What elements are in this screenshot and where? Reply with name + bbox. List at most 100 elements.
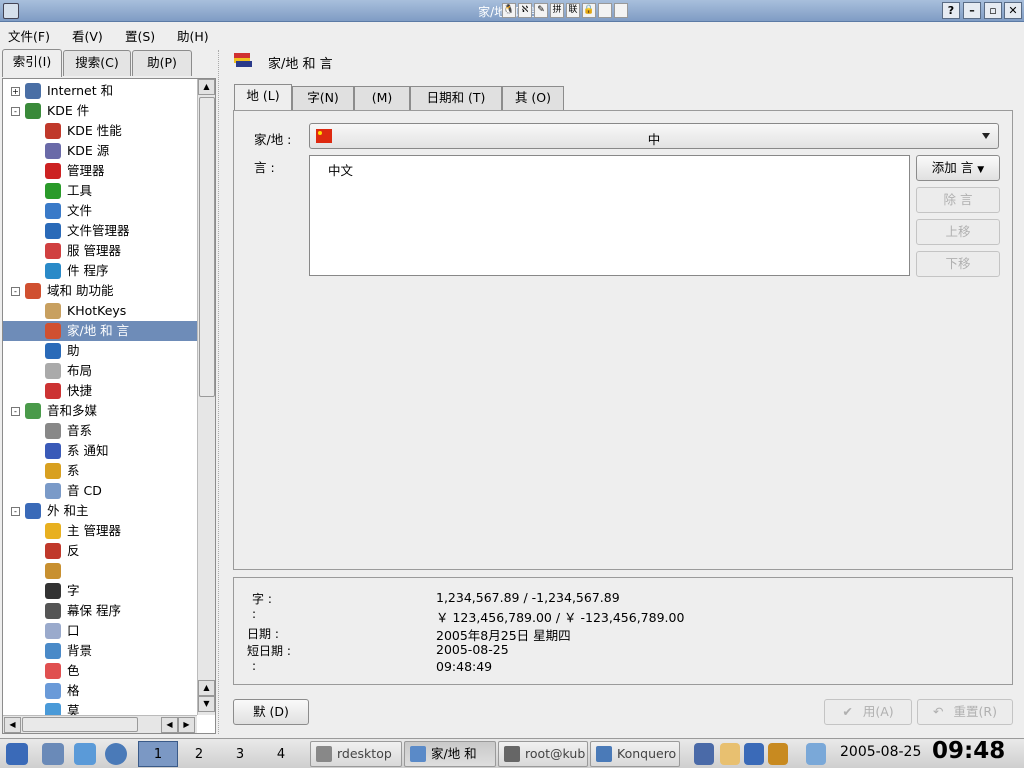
tree-item[interactable]: 背景: [3, 641, 197, 661]
tab-numbers[interactable]: 字(N): [292, 86, 354, 110]
move-up-button[interactable]: 上移: [916, 219, 1000, 245]
klipper-icon[interactable]: [720, 743, 740, 765]
menu-help[interactable]: 助(H): [177, 26, 209, 45]
move-down-button[interactable]: 下移: [916, 251, 1000, 277]
desktop-3[interactable]: 3: [220, 741, 260, 767]
tree-item[interactable]: 布局: [3, 361, 197, 381]
scroll-right-icon[interactable]: ▶: [178, 717, 195, 733]
disk-icon[interactable]: [806, 743, 826, 765]
country-select[interactable]: 中: [309, 123, 999, 149]
expand-icon[interactable]: +: [11, 87, 20, 96]
tree-item[interactable]: 文件管理器: [3, 221, 197, 241]
tab-index[interactable]: 索引(I): [2, 49, 62, 77]
help-button[interactable]: ?: [942, 2, 960, 19]
blank2-icon[interactable]: [614, 3, 628, 18]
lock-icon[interactable]: 🔒: [582, 3, 596, 18]
tree-item[interactable]: KHotKeys: [3, 301, 197, 321]
control-center-icon[interactable]: [74, 743, 96, 765]
tree-item[interactable]: - 音和多媒: [3, 401, 197, 421]
list-item[interactable]: 中文: [328, 160, 353, 179]
tree-item[interactable]: 工具: [3, 181, 197, 201]
collapse-icon[interactable]: -: [11, 407, 20, 416]
maximize-button[interactable]: ▫: [984, 2, 1002, 19]
hscroll-thumb[interactable]: [22, 717, 138, 732]
pinyin-icon[interactable]: 拼: [550, 3, 564, 18]
tree-item[interactable]: + Internet 和: [3, 81, 197, 101]
blank-icon[interactable]: [598, 3, 612, 18]
tree-item[interactable]: - KDE 件: [3, 101, 197, 121]
tree-item[interactable]: 文件: [3, 201, 197, 221]
tree-item[interactable]: KDE 性能: [3, 121, 197, 141]
default-button[interactable]: 默 (D): [233, 699, 309, 725]
scroll-down-icon[interactable]: ▼: [198, 696, 215, 712]
scroll-up-icon[interactable]: ▲: [198, 680, 215, 696]
scroll-thumb[interactable]: [199, 97, 215, 397]
scroll-left-icon[interactable]: ◀: [161, 717, 178, 733]
tree-item[interactable]: 字: [3, 581, 197, 601]
show-desktop-icon[interactable]: [42, 743, 64, 765]
add-language-button[interactable]: 添加 言 ▼: [916, 155, 1000, 181]
collapse-icon[interactable]: -: [11, 287, 20, 296]
remove-language-button[interactable]: 除 言: [916, 187, 1000, 213]
task-locale[interactable]: 家/地 和: [404, 741, 496, 767]
task-terminal[interactable]: root@kub: [498, 741, 588, 767]
tree-item[interactable]: 管理器: [3, 161, 197, 181]
volume-icon[interactable]: [744, 743, 764, 765]
splitter[interactable]: [218, 50, 222, 734]
tree-item[interactable]: 件 程序: [3, 261, 197, 281]
link-icon[interactable]: 联: [566, 3, 580, 18]
menu-settings[interactable]: 置(S): [125, 26, 155, 45]
ime-icon[interactable]: ℵ: [518, 3, 532, 18]
penguin-icon[interactable]: 🐧: [502, 3, 516, 18]
tree-item[interactable]: 快捷: [3, 381, 197, 401]
apply-button[interactable]: ✔ 用(A): [824, 699, 912, 725]
tree-item[interactable]: 系 通知: [3, 441, 197, 461]
tab-money[interactable]: (M): [354, 86, 410, 110]
tab-help[interactable]: 助(P): [132, 50, 192, 76]
tab-locale[interactable]: 地 (L): [234, 84, 292, 111]
kde-menu-icon[interactable]: [6, 743, 28, 765]
task-konqueror[interactable]: Konquero: [590, 741, 680, 767]
tree-item[interactable]: [3, 561, 197, 581]
menu-view[interactable]: 看(V): [72, 26, 103, 45]
collapse-icon[interactable]: -: [11, 107, 20, 116]
tree-vertical-scrollbar[interactable]: ▲ ▲ ▼: [197, 79, 215, 715]
tree-item[interactable]: 色: [3, 661, 197, 681]
scroll-left-icon[interactable]: ◀: [4, 717, 21, 733]
tree-item[interactable]: - 外 和主: [3, 501, 197, 521]
tree-item[interactable]: 主 管理器: [3, 521, 197, 541]
tab-time-dates[interactable]: 日期和 (T): [410, 86, 502, 110]
tree-item[interactable]: 系: [3, 461, 197, 481]
tree-item[interactable]: 格: [3, 681, 197, 701]
tab-other[interactable]: 其 (O): [502, 86, 564, 110]
tree-item[interactable]: 音 CD: [3, 481, 197, 501]
languages-list[interactable]: 中文: [309, 155, 910, 276]
reset-button[interactable]: ↶ 重置(R): [917, 699, 1013, 725]
desktop-4[interactable]: 4: [261, 741, 301, 767]
task-rdesktop[interactable]: rdesktop: [310, 741, 402, 767]
tree-item[interactable]: - 域和 助功能: [3, 281, 197, 301]
desktop-2[interactable]: 2: [179, 741, 219, 767]
clock-time[interactable]: 09:48: [932, 738, 1005, 764]
scroll-up-icon[interactable]: ▲: [198, 79, 215, 95]
close-button[interactable]: ✕: [1004, 2, 1022, 19]
tree-item[interactable]: 家/地 和 言: [3, 321, 197, 341]
pen-icon[interactable]: ✎: [534, 3, 548, 18]
tree-item[interactable]: 助: [3, 341, 197, 361]
minimize-button[interactable]: –: [963, 2, 981, 19]
desktop-1[interactable]: 1: [138, 741, 178, 767]
tab-search[interactable]: 搜索(C): [63, 50, 131, 76]
tree-item[interactable]: 反: [3, 541, 197, 561]
tree-horizontal-scrollbar[interactable]: ◀ ◀ ▶: [3, 715, 197, 733]
browser-icon[interactable]: [105, 743, 127, 765]
tree-item[interactable]: 口: [3, 621, 197, 641]
tree-item[interactable]: 服 管理器: [3, 241, 197, 261]
menu-file[interactable]: 文件(F): [8, 26, 50, 45]
tree-item[interactable]: 幕保 程序: [3, 601, 197, 621]
tree-item[interactable]: KDE 源: [3, 141, 197, 161]
network-icon[interactable]: [694, 743, 714, 765]
tree-item[interactable]: 莫: [3, 701, 197, 715]
tree-item[interactable]: 音系: [3, 421, 197, 441]
collapse-icon[interactable]: -: [11, 507, 20, 516]
wallet-icon[interactable]: [768, 743, 788, 765]
